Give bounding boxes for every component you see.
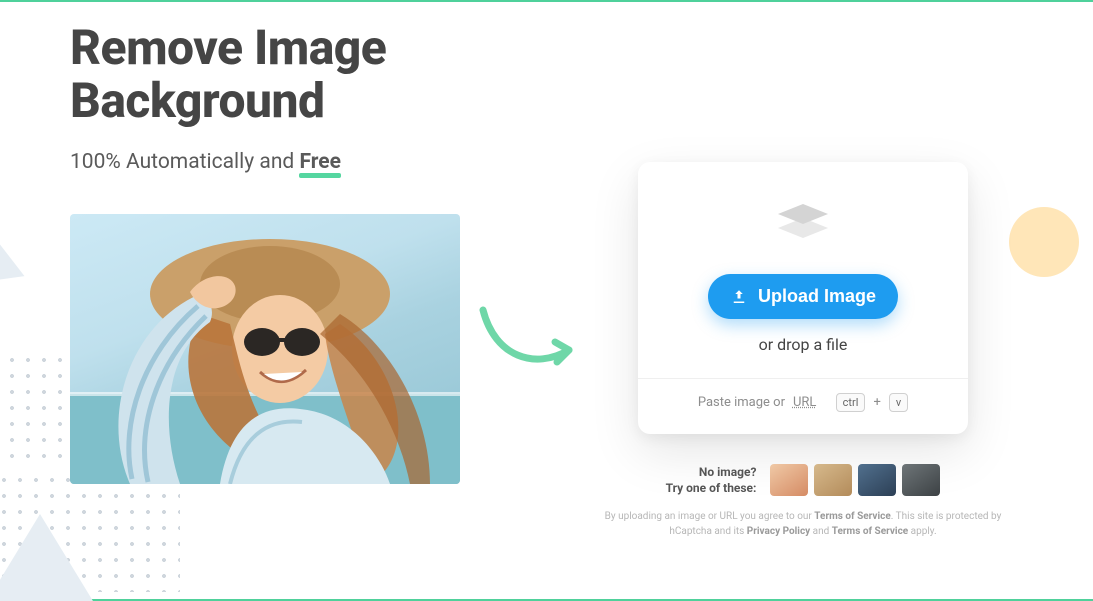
upload-card[interactable]: Upload Image or drop a file Paste image … — [638, 162, 968, 434]
legal-tos2-link[interactable]: Terms of Service — [832, 526, 908, 537]
legal-privacy-link[interactable]: Privacy Policy — [747, 526, 810, 537]
sample-thumb-1[interactable] — [770, 464, 808, 496]
kbd-ctrl: ctrl — [836, 393, 866, 412]
page-headline: Remove Image Background — [70, 22, 533, 128]
paste-url-link[interactable]: URL — [793, 395, 816, 410]
paste-hint-row: Paste image or URL ctrl + v — [638, 378, 968, 412]
sample-line2: Try one of these: — [666, 481, 757, 495]
legal-prefix: By uploading an image or URL you agree t… — [605, 511, 815, 522]
kbd-v: v — [889, 393, 908, 412]
subhead-prefix: 100% Automatically and — [70, 150, 299, 174]
sample-thumb-2[interactable] — [814, 464, 852, 496]
paste-prefix: Paste image or — [698, 395, 785, 410]
sample-prompt-text: No image? Try one of these: — [666, 464, 757, 496]
legal-suffix: apply. — [908, 526, 936, 537]
legal-text: By uploading an image or URL you agree t… — [588, 510, 1018, 539]
hero-sample-image — [70, 214, 460, 484]
kbd-plus: + — [873, 395, 880, 410]
drop-file-text: or drop a file — [759, 335, 848, 354]
sample-images-row: No image? Try one of these: — [666, 464, 941, 496]
sample-thumb-4[interactable] — [902, 464, 940, 496]
sample-line1: No image? — [699, 465, 757, 479]
headline-line2: Background — [70, 72, 325, 129]
page-subhead: 100% Automatically and Free — [70, 150, 533, 174]
upload-icon — [730, 288, 748, 306]
legal-tos-link[interactable]: Terms of Service — [814, 511, 890, 522]
legal-and: and — [810, 526, 832, 537]
upload-button-label: Upload Image — [758, 286, 876, 307]
upload-image-button[interactable]: Upload Image — [708, 274, 898, 319]
subhead-free: Free — [299, 150, 340, 174]
sample-thumb-3[interactable] — [858, 464, 896, 496]
decor-triangle-left — [0, 207, 24, 287]
layers-icon — [768, 198, 838, 248]
headline-line1: Remove Image — [70, 19, 386, 76]
